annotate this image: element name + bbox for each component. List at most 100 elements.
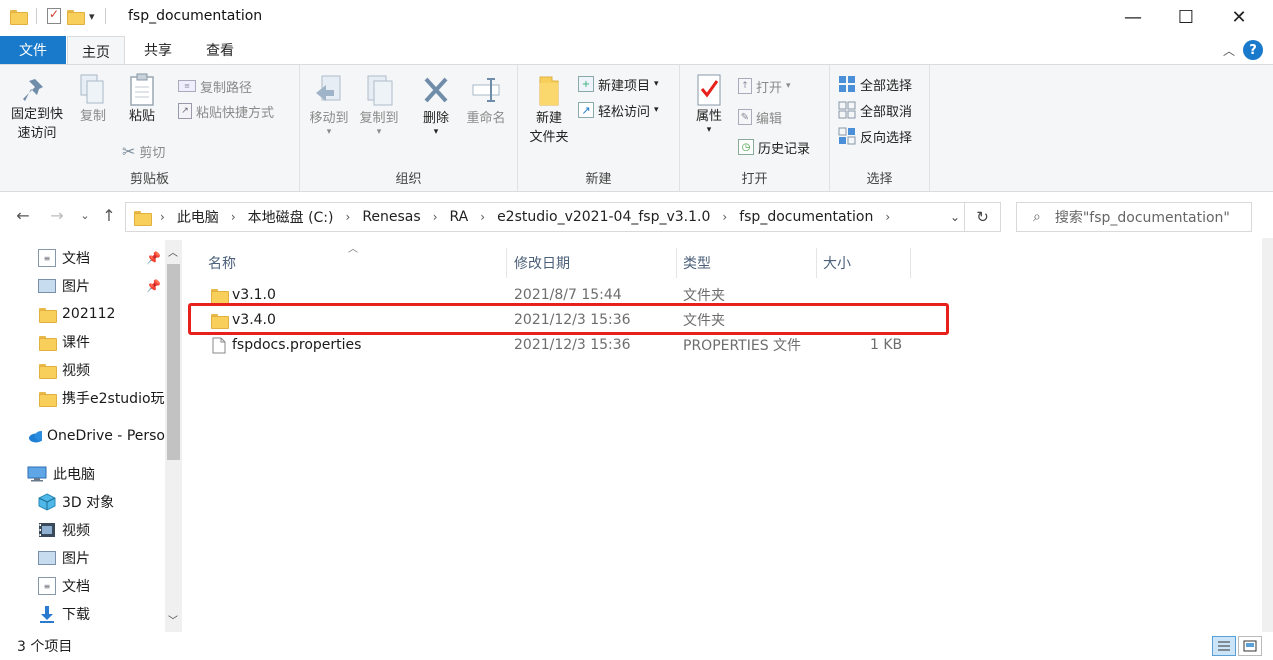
nav-item-e2studio[interactable]: 携手e2studio玩 — [0, 385, 165, 411]
properties-button[interactable]: 属性 ▾ — [688, 73, 730, 135]
ribbon-tabs: 文件 主页 共享 查看 ︿ ? — [0, 36, 1273, 66]
documents-icon: ≡ — [38, 249, 56, 267]
scroll-up-icon[interactable]: ︿ — [168, 244, 178, 259]
invert-selection-button[interactable]: 反向选择 — [838, 125, 912, 147]
column-header-type[interactable]: 类型 — [683, 248, 817, 278]
nav-item-videos[interactable]: 视频 — [0, 517, 165, 543]
breadcrumb-ra[interactable]: RA — [450, 209, 469, 225]
new-item-icon: + — [578, 76, 594, 92]
select-group: 全部选择 全部取消 反向选择 选择 — [830, 65, 930, 191]
cut-button[interactable]: ✂ 剪切 — [122, 140, 165, 162]
edit-button[interactable]: ✎ 编辑 — [738, 106, 782, 128]
address-bar[interactable]: › 此电脑 › 本地磁盘 (C:) › Renesas › RA › e2stu… — [125, 202, 1001, 232]
back-button[interactable]: ← — [12, 206, 34, 225]
address-row: ← → ⌄ ↑ › 此电脑 › 本地磁盘 (C:) › Renesas › RA… — [0, 198, 1273, 238]
column-header-date[interactable]: 修改日期 — [514, 248, 674, 278]
breadcrumb-local-disk[interactable]: 本地磁盘 (C:) — [248, 207, 334, 227]
forward-button[interactable]: → — [46, 206, 68, 225]
details-view-icon[interactable] — [1212, 636, 1236, 656]
this-pc-icon — [27, 466, 47, 482]
select-none-button[interactable]: 全部取消 — [838, 99, 912, 121]
paste-shortcut-button[interactable]: ↗ 粘贴快捷方式 — [178, 100, 274, 122]
new-item-button[interactable]: + 新建项目 ▾ — [578, 73, 659, 95]
cut-label: 剪切 — [139, 145, 166, 161]
close-button[interactable]: ✕ — [1216, 0, 1262, 34]
delete-button[interactable]: 删除 ▾ — [414, 73, 458, 137]
refresh-icon[interactable]: ↻ — [964, 203, 1000, 231]
up-button[interactable]: ↑ — [98, 206, 120, 225]
clipboard-group-label: 剪贴板 — [129, 172, 169, 187]
customize-toolbar-icon[interactable]: ▾ — [89, 10, 95, 23]
paste-button[interactable]: 粘贴 — [120, 73, 164, 126]
nav-item-documents[interactable]: ≡ 文档 — [0, 573, 165, 599]
chevron-right-icon[interactable]: › — [160, 210, 165, 224]
easy-access-button[interactable]: ↗ 轻松访问 ▾ — [578, 99, 659, 121]
nav-item-pictures[interactable]: 图片 — [0, 545, 165, 571]
large-icons-view-icon[interactable] — [1238, 636, 1262, 656]
breadcrumb-fsp-documentation[interactable]: fsp_documentation — [739, 209, 873, 225]
pin-quick-access-button[interactable]: 固定到快 速访问 — [6, 73, 68, 143]
nav-label: 携手e2studio玩 — [62, 391, 165, 407]
tab-home[interactable]: 主页 — [67, 36, 125, 66]
annotation-highlight-box — [188, 303, 949, 335]
breadcrumb-e2studio[interactable]: e2studio_v2021-04_fsp_v3.1.0 — [497, 209, 710, 225]
nav-item-courseware[interactable]: 课件 — [0, 329, 165, 355]
chevron-right-icon[interactable]: › — [885, 210, 890, 224]
nav-label: 图片 — [62, 551, 90, 567]
videos-icon — [39, 523, 55, 537]
column-header-name[interactable]: 名称 — [208, 248, 504, 278]
recent-locations-button[interactable]: ⌄ — [74, 209, 96, 222]
chevron-right-icon[interactable]: › — [480, 210, 485, 224]
nav-item-downloads[interactable]: 下载 — [0, 601, 165, 627]
dropdown-arrow-icon: ▾ — [786, 81, 791, 91]
history-button[interactable]: ◷ 历史记录 — [738, 136, 810, 158]
breadcrumb-this-pc[interactable]: 此电脑 — [177, 207, 219, 227]
new-folder-icon[interactable] — [67, 9, 85, 25]
breadcrumb-renesas[interactable]: Renesas — [362, 209, 420, 225]
nav-item-documents-pinned[interactable]: ≡ 文档 📌 — [0, 245, 165, 271]
column-header-size[interactable]: 大小 — [823, 248, 911, 278]
paste-label: 粘贴 — [128, 109, 155, 124]
search-placeholder: 搜索"fsp_documentation" — [1054, 210, 1230, 226]
select-all-button[interactable]: 全部选择 — [838, 73, 912, 95]
copy-to-button[interactable]: 复制到 ▾ — [356, 73, 402, 137]
minimize-button[interactable]: — — [1110, 0, 1156, 34]
copy-button[interactable]: 复制 — [72, 73, 114, 126]
properties-icon[interactable] — [47, 7, 61, 24]
invert-selection-icon — [838, 127, 856, 145]
maximize-button[interactable]: ☐ — [1163, 0, 1209, 34]
rename-button[interactable]: 重命名 — [462, 73, 510, 128]
tab-view[interactable]: 查看 — [192, 36, 248, 64]
nav-item-this-pc[interactable]: 此电脑 — [0, 461, 165, 487]
move-to-button[interactable]: 移动到 ▾ — [306, 73, 352, 137]
new-folder-button[interactable]: 新建 文件夹 — [524, 73, 574, 147]
search-input[interactable]: ⌕ 搜索"fsp_documentation" — [1016, 202, 1252, 232]
collapse-ribbon-icon[interactable]: ︿ — [1223, 42, 1235, 59]
edit-label: 编辑 — [756, 111, 783, 127]
nav-scrollbar[interactable]: ︿ ﹀ — [165, 240, 182, 632]
nav-item-202112[interactable]: 202112 — [0, 301, 165, 327]
chevron-right-icon[interactable]: › — [433, 210, 438, 224]
help-icon[interactable]: ? — [1243, 40, 1263, 60]
nav-item-onedrive[interactable]: OneDrive - Perso — [0, 423, 165, 449]
open-button[interactable]: ↑ 打开 ▾ — [738, 75, 791, 97]
copy-path-label: 复制路径 — [200, 80, 253, 96]
nav-label: 课件 — [62, 335, 90, 351]
tab-share[interactable]: 共享 — [130, 36, 186, 64]
properties-icon — [697, 74, 721, 106]
scrollbar-thumb[interactable] — [167, 264, 180, 460]
copy-path-button[interactable]: ≡ 复制路径 — [178, 75, 252, 97]
chevron-right-icon[interactable]: › — [231, 210, 236, 224]
edit-icon: ✎ — [738, 109, 752, 125]
dropdown-arrow-icon: ▾ — [654, 105, 659, 115]
table-row[interactable]: fspdocs.properties 2021/12/3 15:36 PROPE… — [186, 333, 946, 357]
scroll-down-icon[interactable]: ﹀ — [168, 612, 178, 627]
chevron-right-icon[interactable]: › — [346, 210, 351, 224]
folder-icon — [39, 363, 57, 379]
address-dropdown-icon[interactable]: ⌄ — [950, 210, 960, 224]
tab-file[interactable]: 文件 — [0, 36, 66, 64]
nav-item-pictures-pinned[interactable]: 图片 📌 — [0, 273, 165, 299]
nav-item-video-folder[interactable]: 视频 — [0, 357, 165, 383]
chevron-right-icon[interactable]: › — [722, 210, 727, 224]
nav-item-3d-objects[interactable]: 3D 对象 — [0, 489, 165, 515]
